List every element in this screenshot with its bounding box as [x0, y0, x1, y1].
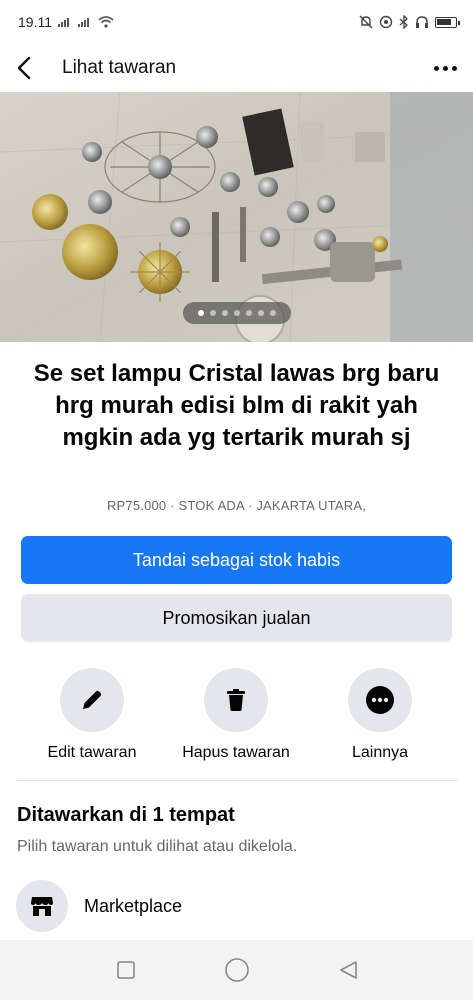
delete-listing-label: Hapus tawaran: [182, 744, 290, 761]
system-back-button[interactable]: [328, 950, 368, 990]
place-item-marketplace[interactable]: Marketplace: [16, 878, 456, 934]
edit-listing-button[interactable]: Edit tawaran: [17, 668, 167, 762]
recents-square-icon: [116, 961, 135, 979]
offered-section-title: Ditawarkan di 1 tempat: [17, 804, 235, 826]
carousel-dot: [258, 310, 264, 316]
back-triangle-icon: [339, 961, 357, 979]
page-title: Lihat tawaran: [62, 57, 177, 78]
carousel-dot: [270, 310, 276, 316]
delete-listing-button[interactable]: Hapus tawaran: [161, 668, 311, 762]
status-left: 19.11: [18, 14, 114, 30]
listing-actions: Edit tawaran Hapus tawaran Lainnya: [0, 668, 473, 768]
more-actions-label: Lainnya: [351, 744, 409, 761]
divider: [17, 780, 458, 781]
more-actions-button[interactable]: Lainnya: [305, 668, 455, 762]
recents-button[interactable]: [106, 950, 146, 990]
marketplace-store-icon: [16, 880, 68, 932]
carousel-dot: [210, 310, 216, 316]
more-actions-circle: [348, 668, 412, 732]
headphone-icon: [416, 16, 428, 28]
carousel-indicator: [183, 302, 291, 324]
more-horizontal-icon: [434, 65, 439, 71]
home-circle-icon: [224, 958, 249, 982]
mute-icon: [359, 15, 373, 29]
back-arrow-icon: [17, 56, 31, 80]
mark-sold-button[interactable]: Tandai sebagai stok habis: [21, 536, 452, 584]
delete-listing-circle: [204, 668, 268, 732]
listing-title: Se set lampu Cristal lawas brg baru hrg …: [33, 360, 440, 451]
bluetooth-icon: [399, 15, 408, 29]
carousel-dot: [246, 310, 252, 316]
carousel-dot: [234, 310, 240, 316]
place-label: Marketplace: [84, 895, 183, 916]
alarm-icon: [379, 15, 393, 29]
signal-icon: [58, 18, 69, 27]
carousel-dot: [222, 310, 228, 316]
wifi-icon: [98, 16, 114, 28]
edit-listing-circle: [60, 668, 124, 732]
status-right: [359, 15, 460, 29]
signal-icon: [78, 18, 89, 27]
listing-photo[interactable]: [0, 92, 473, 342]
trash-icon: [227, 689, 245, 711]
app-header: Lihat tawaran: [0, 44, 473, 92]
home-button[interactable]: [217, 950, 257, 990]
more-options-button[interactable]: [421, 52, 457, 84]
pencil-icon: [83, 690, 102, 709]
edit-listing-label: Edit tawaran: [47, 744, 137, 761]
offered-section-subtitle: Pilih tawaran untuk dilihat atau dikelol…: [17, 838, 298, 855]
promote-listing-button[interactable]: Promosikan jualan: [21, 594, 452, 642]
listing-meta: RP75.000 · STOK ADA · JAKARTA UTARA,: [106, 498, 367, 513]
status-bar: 19.11: [0, 0, 473, 44]
battery-icon: [435, 16, 460, 28]
back-button[interactable]: [16, 52, 48, 84]
carousel-dot: [198, 310, 204, 316]
system-nav-bar: [0, 940, 473, 1000]
status-time: 19.11: [18, 14, 52, 30]
more-circle-icon: [366, 686, 394, 714]
